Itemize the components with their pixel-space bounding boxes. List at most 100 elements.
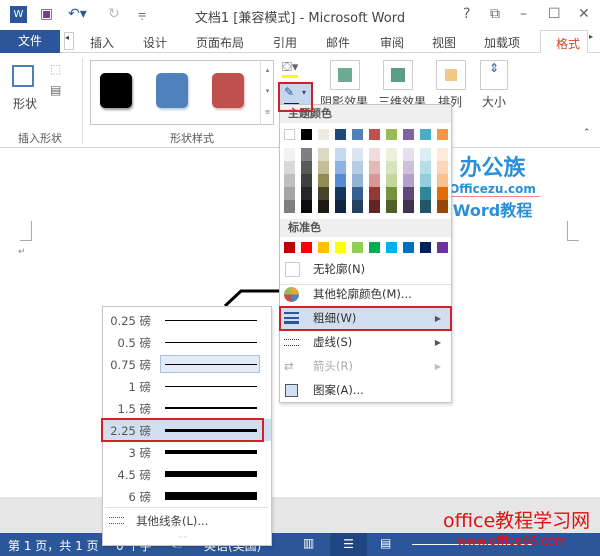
theme-color-swatch[interactable] [284,129,295,140]
weight-option[interactable]: 0.75 磅 [103,353,271,375]
more-lines-item[interactable]: 其他线条(L)... [103,510,271,532]
theme-color-swatch[interactable] [437,129,448,140]
web-layout-icon[interactable]: ▤ [380,536,391,550]
theme-color-swatch[interactable] [352,129,363,140]
theme-shade-swatch[interactable] [318,148,329,161]
tab-layout[interactable]: 页面布局 [196,34,244,51]
read-mode-icon[interactable]: ▥ [303,536,314,550]
tab-references[interactable]: 引用 [273,34,297,51]
theme-shade-swatch[interactable] [301,148,312,161]
pattern-item[interactable]: 图案(A)... [280,379,451,402]
theme-shade-swatch[interactable] [284,148,295,161]
no-outline-item[interactable]: 无轮廓(N) [280,258,451,281]
tab-insert[interactable]: 插入 [90,34,114,51]
theme-shade-swatch[interactable] [386,187,397,200]
theme-shade-swatch[interactable] [386,200,397,213]
theme-shade-swatch[interactable] [437,174,448,187]
theme-shade-swatch[interactable] [335,161,346,174]
standard-color-swatch[interactable] [420,242,431,253]
theme-shade-swatch[interactable] [352,148,363,161]
theme-shade-swatch[interactable] [369,187,380,200]
standard-color-swatch[interactable] [284,242,295,253]
theme-shade-swatch[interactable] [403,148,414,161]
theme-shade-swatch[interactable] [386,161,397,174]
theme-color-swatch[interactable] [420,129,431,140]
scroll-left-icon[interactable]: ◂ [64,32,74,50]
theme-shade-swatch[interactable] [301,161,312,174]
tab-addins[interactable]: 加载项 [484,34,520,51]
theme-shade-swatch[interactable] [335,187,346,200]
print-layout-icon[interactable]: ☰ [330,533,367,556]
tab-view[interactable]: 视图 [432,34,456,51]
size-button[interactable]: 大小 [482,93,506,110]
weight-option[interactable]: 4.5 磅 [103,463,271,485]
theme-shade-swatch[interactable] [403,200,414,213]
tab-file[interactable]: 文件 [0,30,60,53]
weight-option[interactable]: 1 磅 [103,375,271,397]
standard-color-swatch[interactable] [386,242,397,253]
theme-shade-swatch[interactable] [386,174,397,187]
collapse-ribbon-icon[interactable]: ⌃ [583,128,591,138]
theme-shade-swatch[interactable] [437,161,448,174]
theme-shade-swatch[interactable] [284,174,295,187]
gallery-scroll[interactable]: ▴ ▾ ≡ [260,60,274,125]
close-button[interactable]: ✕ [578,6,590,22]
maximize-button[interactable]: ☐ [548,6,561,22]
tab-mailings[interactable]: 邮件 [326,34,350,51]
tab-review[interactable]: 审阅 [380,34,404,51]
standard-color-swatch[interactable] [437,242,448,253]
resize-grip[interactable]: ···· [178,533,188,542]
theme-shade-swatch[interactable] [335,174,346,187]
theme-shade-swatch[interactable] [284,187,295,200]
theme-shade-swatch[interactable] [386,148,397,161]
theme-shade-swatch[interactable] [318,174,329,187]
page-count[interactable]: 第 1 页，共 1 页 [8,537,99,554]
theme-shade-swatch[interactable] [437,148,448,161]
theme-shade-swatch[interactable] [301,200,312,213]
theme-shade-swatch[interactable] [437,200,448,213]
tab-format[interactable]: 格式 [540,30,588,54]
standard-color-swatch[interactable] [369,242,380,253]
style-swatch-black[interactable] [100,73,132,108]
more-outline-colors-item[interactable]: 其他轮廓颜色(M)... [280,283,451,306]
theme-shade-swatch[interactable] [420,148,431,161]
3d-effects-icon[interactable] [383,60,413,90]
theme-shade-swatch[interactable] [352,200,363,213]
theme-color-swatch[interactable] [369,129,380,140]
theme-color-swatch[interactable] [301,129,312,140]
theme-shade-swatch[interactable] [318,161,329,174]
standard-color-swatch[interactable] [352,242,363,253]
theme-color-swatch[interactable] [403,129,414,140]
tab-design[interactable]: 设计 [143,34,167,51]
arrange-icon[interactable] [436,60,466,90]
weight-option[interactable]: 6 磅 [103,485,271,507]
style-swatch-blue[interactable] [156,73,188,108]
theme-shade-swatch[interactable] [437,187,448,200]
theme-shade-swatch[interactable] [369,200,380,213]
help-button[interactable]: ? [463,6,470,22]
theme-shade-swatch[interactable] [420,200,431,213]
scroll-right-icon[interactable]: ▸ [589,32,593,41]
theme-shade-swatch[interactable] [352,187,363,200]
minimize-button[interactable]: – [520,6,527,22]
standard-color-swatch[interactable] [403,242,414,253]
theme-shade-swatch[interactable] [420,174,431,187]
theme-color-swatch[interactable] [386,129,397,140]
theme-shade-swatch[interactable] [403,187,414,200]
theme-shade-swatch[interactable] [369,161,380,174]
theme-shade-swatch[interactable] [403,161,414,174]
weight-option[interactable]: 0.25 磅 [103,309,271,331]
standard-color-swatch[interactable] [301,242,312,253]
standard-color-swatch[interactable] [335,242,346,253]
theme-shade-swatch[interactable] [420,187,431,200]
theme-shade-swatch[interactable] [284,200,295,213]
ribbon-display-button[interactable]: ⧉ [490,6,500,22]
theme-shade-swatch[interactable] [352,161,363,174]
style-swatch-red[interactable] [212,73,244,108]
theme-shade-swatch[interactable] [420,161,431,174]
shadow-effects-icon[interactable] [330,60,360,90]
text-box-icon[interactable]: ▤ [50,83,61,97]
weight-option[interactable]: 0.5 磅 [103,331,271,353]
theme-shade-swatch[interactable] [301,174,312,187]
theme-shade-swatch[interactable] [318,187,329,200]
